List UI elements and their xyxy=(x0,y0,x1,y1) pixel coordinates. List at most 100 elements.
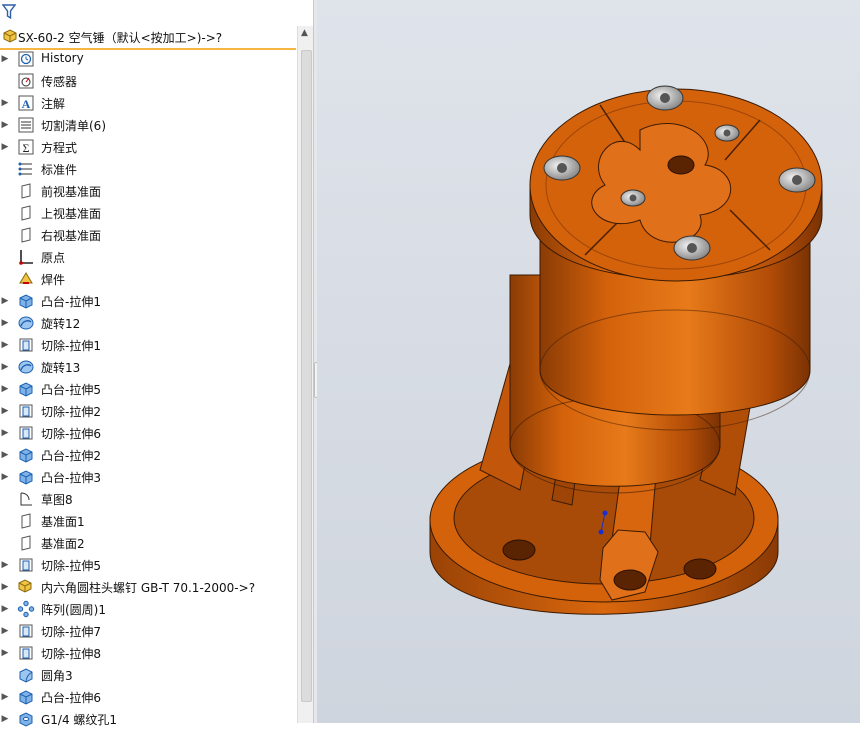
tree-item-label: 旋转12 xyxy=(41,317,81,331)
expand-arrow-icon[interactable]: ▶ xyxy=(0,712,10,726)
tree-item-label: G1/4 螺纹孔1 xyxy=(41,713,118,727)
tree-item[interactable]: 基准面1 xyxy=(0,510,296,532)
tree-item[interactable]: ▶ G1/4 螺纹孔1 xyxy=(0,708,296,730)
tree-item[interactable]: 上视基准面 xyxy=(0,202,296,224)
expand-arrow-icon[interactable]: ▶ xyxy=(0,96,10,110)
tree-item[interactable]: ▶ 切除-拉伸2 xyxy=(0,400,296,422)
tree-item[interactable]: 圆角3 xyxy=(0,664,296,686)
tree-item-label: 凸台-拉伸1 xyxy=(41,295,101,309)
equation-icon: Σ xyxy=(18,139,34,155)
scroll-up-arrow-icon[interactable]: ▲ xyxy=(301,28,308,38)
expand-arrow-icon[interactable]: ▶ xyxy=(0,140,10,154)
expand-arrow-icon[interactable]: ▶ xyxy=(0,448,10,462)
tree-item[interactable]: ▶ A 注解 xyxy=(0,92,296,114)
tree-item[interactable]: ▶ 切除-拉伸8 xyxy=(0,642,296,664)
tree-item[interactable]: ▶ 切除-拉伸5 xyxy=(0,554,296,576)
tree-item[interactable]: ▶ 凸台-拉伸1 xyxy=(0,290,296,312)
tree-item[interactable]: 草图8 xyxy=(0,488,296,510)
feature-manager-panel: SX-60-2 空气锤（默认<按加工>)->? ▶ History 传感器 ▶ A 注解 ▶… xyxy=(0,0,314,727)
filter-icon[interactable] xyxy=(2,3,16,21)
tree-item-label: 原点 xyxy=(41,251,66,265)
fillet-icon xyxy=(19,668,33,683)
tree-item[interactable]: ▶ 切除-拉伸6 xyxy=(0,422,296,444)
tree-item[interactable]: ▶ History xyxy=(0,48,296,70)
weldment-icon xyxy=(19,272,33,284)
tree-item-label: 焊件 xyxy=(41,273,66,287)
tree-item[interactable]: 传感器 xyxy=(0,70,296,92)
expand-arrow-icon[interactable]: ▶ xyxy=(0,646,10,660)
svg-text:Σ: Σ xyxy=(23,141,30,155)
tree-item-label: History xyxy=(41,51,84,65)
tree-item-label: 基准面2 xyxy=(41,537,85,551)
expand-arrow-icon[interactable]: ▶ xyxy=(0,360,10,374)
tree-item[interactable]: 原点 xyxy=(0,246,296,268)
tree-item[interactable]: 焊件 xyxy=(0,268,296,290)
expand-arrow-icon[interactable]: ▶ xyxy=(0,558,10,572)
expand-arrow-icon[interactable]: ▶ xyxy=(0,602,10,616)
tree-item[interactable]: ▶ 切割清单(6) xyxy=(0,114,296,136)
sensor-icon xyxy=(18,73,34,89)
tree-item[interactable]: 标准件 xyxy=(0,158,296,180)
tree-item-label: 切除-拉伸8 xyxy=(41,647,101,661)
standard-part-icon xyxy=(18,162,32,176)
expand-arrow-icon[interactable]: ▶ xyxy=(0,338,10,352)
tree-item[interactable]: ▶ 凸台-拉伸3 xyxy=(0,466,296,488)
plane-icon xyxy=(21,227,31,243)
cut-extrude-icon xyxy=(19,426,33,440)
expand-arrow-icon[interactable]: ▶ xyxy=(0,52,10,66)
boss-extrude-icon xyxy=(19,470,33,485)
tree-item[interactable]: ▶ 切除-拉伸1 xyxy=(0,334,296,356)
tree-item[interactable]: 右视基准面 xyxy=(0,224,296,246)
expand-arrow-icon[interactable]: ▶ xyxy=(0,426,10,440)
tree-item-label: 标准件 xyxy=(41,163,78,177)
boss-extrude-icon xyxy=(19,690,33,705)
boss-extrude-icon xyxy=(19,382,33,397)
cut-extrude-icon xyxy=(19,338,33,352)
expand-arrow-icon[interactable]: ▶ xyxy=(0,316,10,330)
plane-icon xyxy=(21,535,31,551)
tree-item-label: 前视基准面 xyxy=(41,185,102,199)
tree-item[interactable]: ▶ 凸台-拉伸5 xyxy=(0,378,296,400)
tree-item[interactable]: ▶ 旋转13 xyxy=(0,356,296,378)
air-hammer-model[interactable] xyxy=(317,0,860,723)
tree-item-label: 切除-拉伸1 xyxy=(41,339,101,353)
tree-item[interactable]: ▶ 凸台-拉伸6 xyxy=(0,686,296,708)
tree-item[interactable]: ▶ 内六角圆柱头螺钉 GB-T 70.1-2000->? xyxy=(0,576,296,598)
expand-arrow-icon[interactable]: ▶ xyxy=(0,294,10,308)
scrollbar-thumb[interactable] xyxy=(301,50,312,702)
tree-item-label: 切除-拉伸7 xyxy=(41,625,101,639)
tree-item-label: 切割清单(6) xyxy=(41,119,106,133)
part-icon xyxy=(3,29,17,43)
expand-arrow-icon[interactable]: ▶ xyxy=(0,382,10,396)
tree-item-label: 阵列(圆周)1 xyxy=(41,603,106,617)
expand-arrow-icon[interactable]: ▶ xyxy=(0,690,10,704)
cut-extrude-icon xyxy=(19,404,33,418)
expand-arrow-icon[interactable]: ▶ xyxy=(0,580,10,594)
origin-icon xyxy=(19,250,33,265)
plane-icon xyxy=(21,205,31,221)
tree-item-label: 方程式 xyxy=(41,141,78,155)
tree-item-label: 切除-拉伸2 xyxy=(41,405,101,419)
expand-arrow-icon[interactable]: ▶ xyxy=(0,624,10,638)
tree-item[interactable]: ▶ Σ 方程式 xyxy=(0,136,296,158)
tree-item-label: 圆角3 xyxy=(41,669,73,683)
screw-part-icon xyxy=(18,579,32,593)
expand-arrow-icon[interactable]: ▶ xyxy=(0,470,10,484)
tree-root-part[interactable]: SX-60-2 空气锤（默认<按加工>)->? xyxy=(0,26,296,50)
tree-scrollbar[interactable]: ▲ xyxy=(297,26,314,723)
expand-arrow-icon[interactable]: ▶ xyxy=(0,118,10,132)
tree-item[interactable]: 基准面2 xyxy=(0,532,296,554)
cut-extrude-icon xyxy=(19,646,33,660)
tree-item[interactable]: 前视基准面 xyxy=(0,180,296,202)
boss-extrude-icon xyxy=(19,294,33,309)
graphics-viewport[interactable] xyxy=(317,0,860,723)
expand-arrow-icon[interactable]: ▶ xyxy=(0,404,10,418)
tree-item[interactable]: ▶ 阵列(圆周)1 xyxy=(0,598,296,620)
annotation-icon: A xyxy=(18,95,34,111)
cut-list-icon xyxy=(18,117,34,133)
tree-item[interactable]: ▶ 旋转12 xyxy=(0,312,296,334)
feature-tree: ▶ History 传感器 ▶ A 注解 ▶ 切割清单(6) ▶ Σ 方程式 标准件 前视基准面 上视基准… xyxy=(0,48,296,730)
tree-item[interactable]: ▶ 凸台-拉伸2 xyxy=(0,444,296,466)
tree-item[interactable]: ▶ 切除-拉伸7 xyxy=(0,620,296,642)
svg-text:A: A xyxy=(22,97,31,111)
